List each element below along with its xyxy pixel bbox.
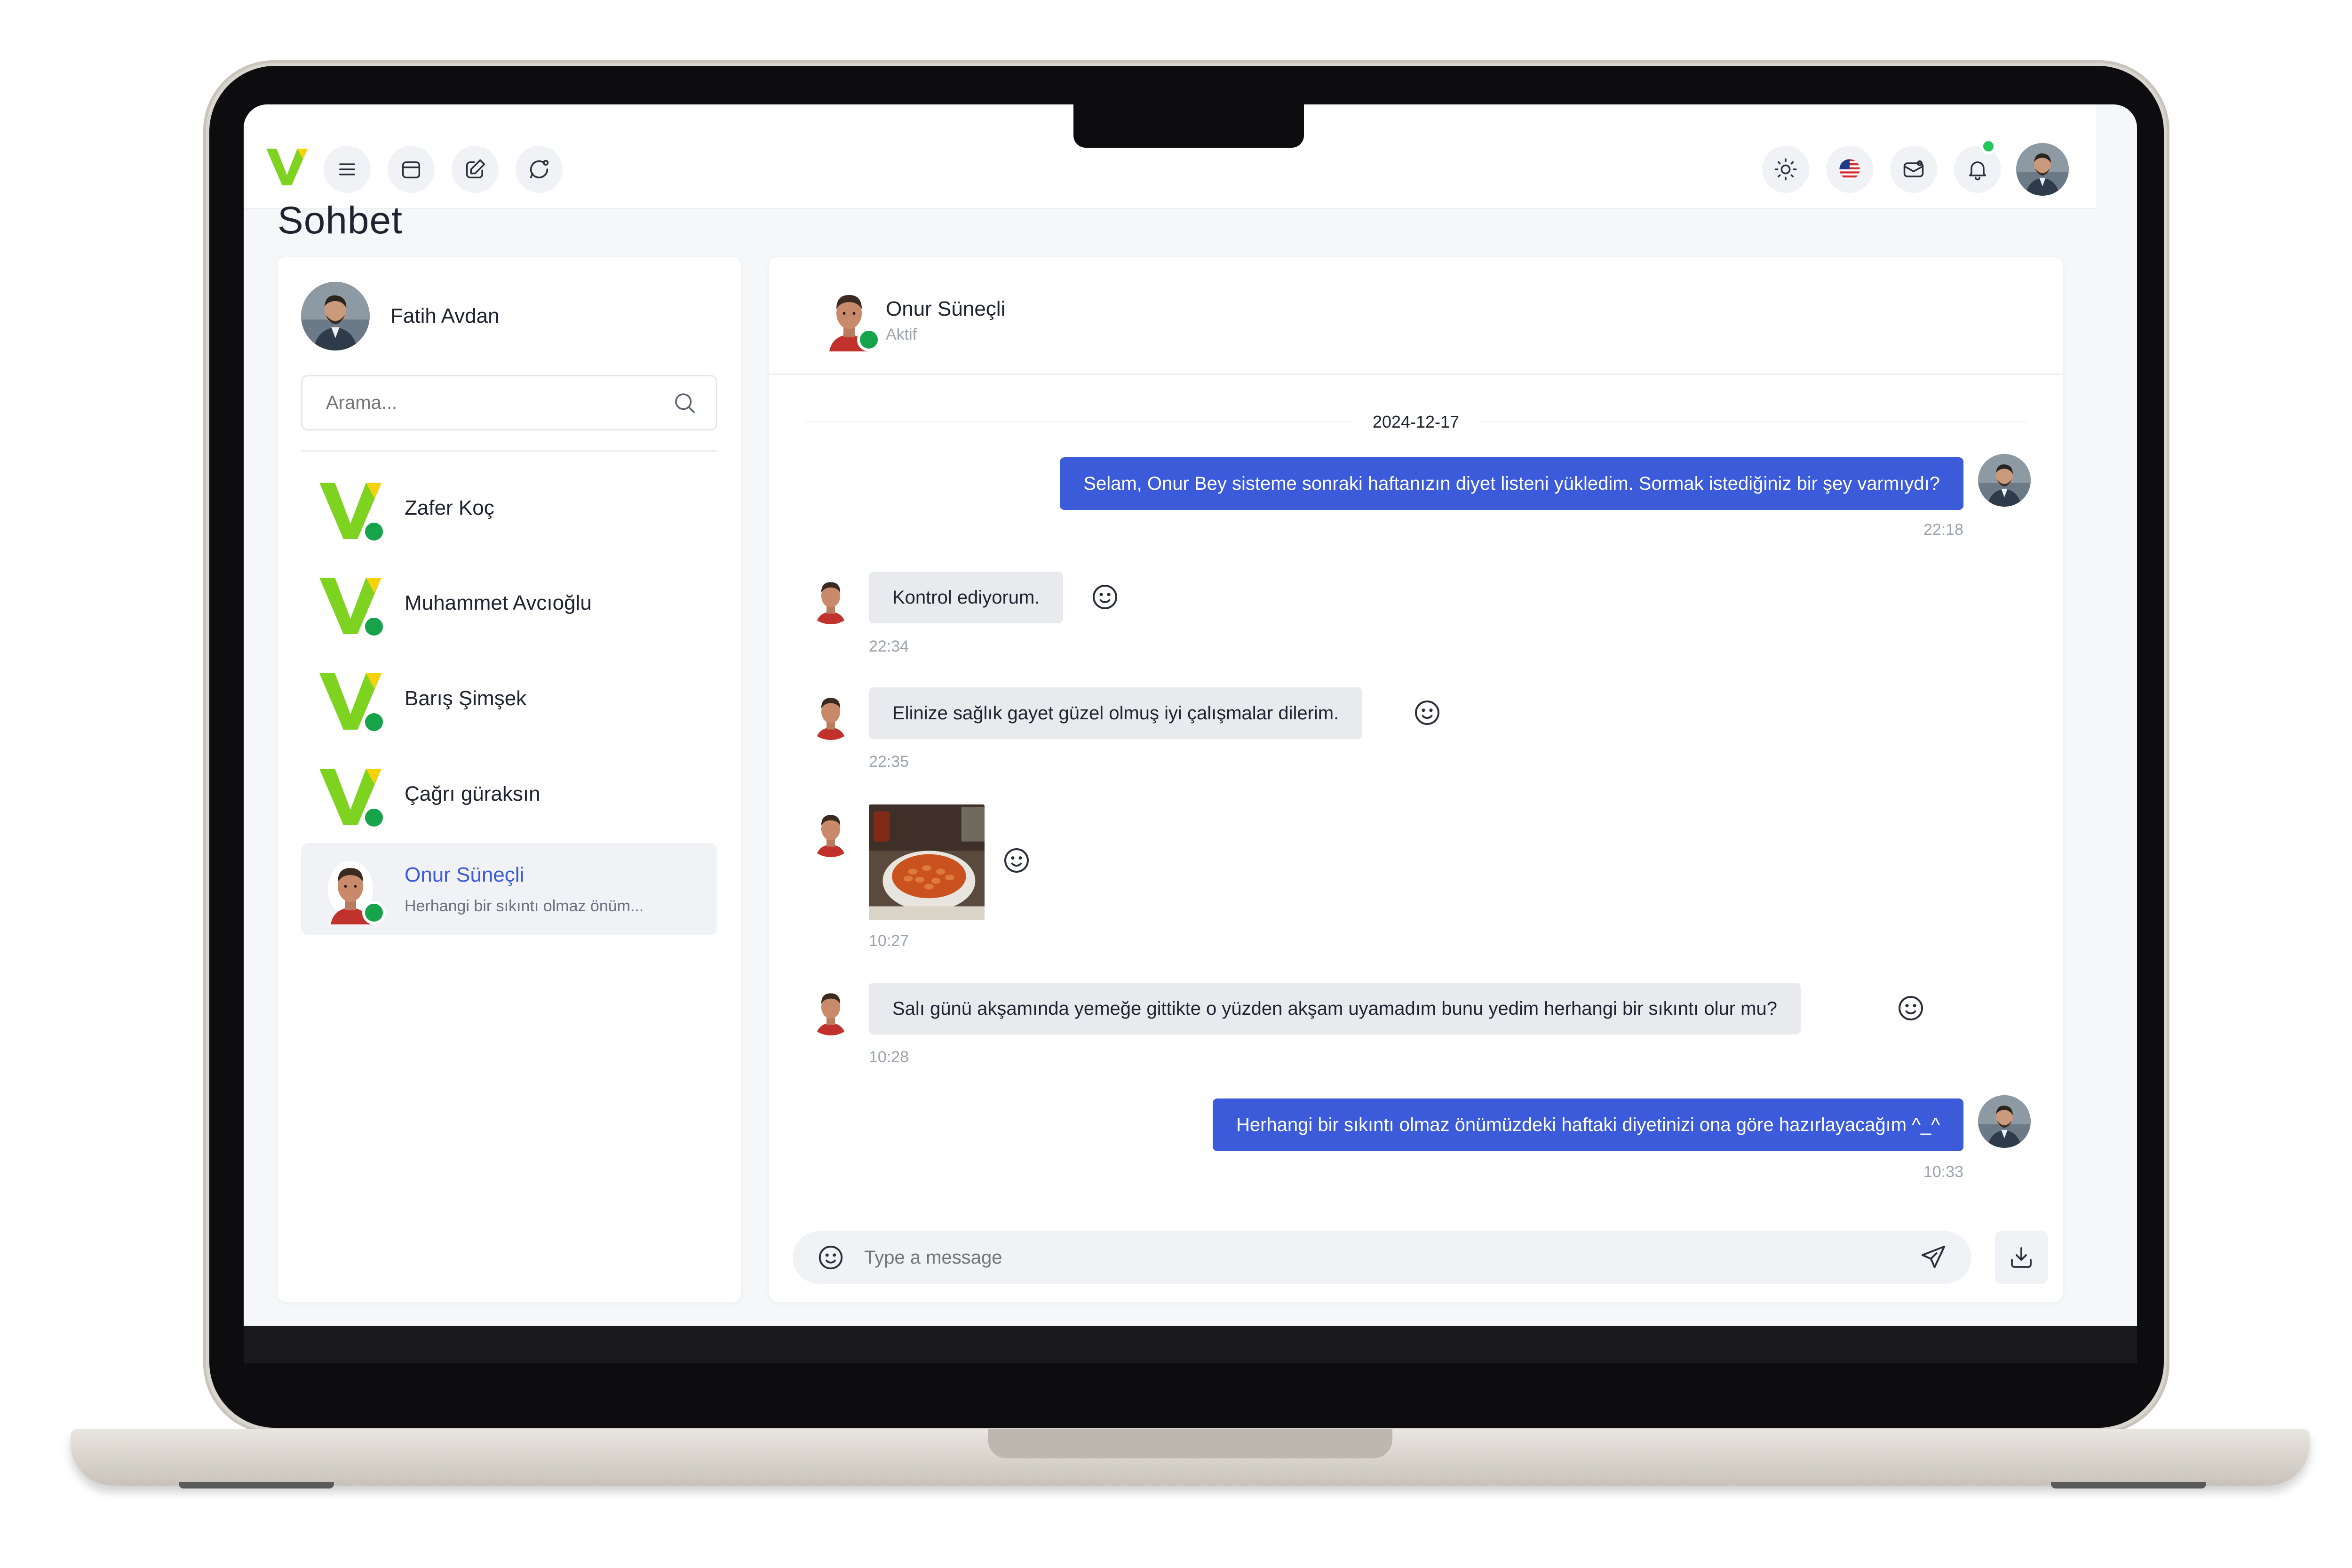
message-time: 22:18 [1923,521,1963,539]
chat-contact-status: Aktif [886,326,917,343]
contact-avatar [315,854,386,924]
message-bubble-incoming[interactable]: Kontrol ediyorum. [869,572,1064,623]
app-screen: Sohbet Fatih Avdan Arama... Zafer Koç Mu… [244,104,2137,1327]
chat-contact-name: Onur Süneçli [886,297,1006,320]
message-bubble-outgoing[interactable]: Selam, Onur Bey sisteme sonraki haftanız… [1060,457,1963,510]
calendar-button[interactable] [388,146,435,193]
message-time: 10:28 [869,1048,909,1066]
contact-name: Muhammet Avcıoğlu [405,591,592,614]
smiley-icon[interactable] [1412,698,1442,728]
divider [301,450,717,452]
online-status [362,901,386,924]
contact-name: Çağrı güraksın [405,782,540,805]
chat-header: Onur Süneçli Aktif [769,257,2063,375]
contact-item[interactable]: Muhammet Avcıoğlu [301,557,717,649]
current-user-avatar [301,282,370,350]
chat-header-avatar [814,281,884,351]
calendar-icon [402,161,421,179]
contact-item[interactable]: Çağrı güraksın [301,748,717,840]
sender-avatar [1978,454,2031,507]
contact-item[interactable]: Zafer Koç [301,462,717,554]
chat-button[interactable] [516,146,563,193]
message-input[interactable] [864,1247,1919,1268]
chat-icon [530,159,549,179]
smiley-icon[interactable] [1090,582,1120,612]
contact-name: Barış Şimşek [405,687,527,710]
search-input[interactable] [326,392,655,414]
notification-dot [1980,138,1996,154]
sender-avatar [1978,1095,2031,1148]
contact-name: Zafer Koç [405,496,494,519]
message-bubble-outgoing[interactable]: Herhangi bir sıkıntı olmaz önümüzdeki ha… [1212,1098,1963,1151]
message-image[interactable] [869,804,985,920]
current-user-name: Fatih Avdan [390,304,500,327]
laptop-hinge-cutout [988,1429,1392,1458]
message-bubble-incoming[interactable]: Elinize sağlık gayet güzel olmuş iyi çal… [869,687,1363,739]
message-time: 22:35 [869,753,909,771]
sun-icon [1774,158,1797,181]
sender-avatar [804,804,857,857]
sender-avatar [804,687,857,740]
contact-preview: Herhangi bir sıkıntı olmaz önüm... [405,897,644,915]
menu-icon [339,163,355,175]
mail-icon [1903,160,1924,177]
theme-toggle-button[interactable] [1762,146,1809,193]
contact-item[interactable]: Barış Şimşek [301,653,717,745]
contact-item-active[interactable]: Onur Süneçli Herhangi bir sıkıntı olmaz … [301,843,717,935]
contacts-panel: Fatih Avdan Zafer Koç [278,257,741,1302]
camera-notch [1073,104,1304,148]
page-title: Sohbet [278,199,403,242]
message-time: 10:27 [869,932,909,950]
edit-icon [466,159,485,179]
notifications-button[interactable] [1954,146,2001,193]
date-separator: 2024-12-17 [804,408,2027,436]
search-icon[interactable] [672,390,697,415]
message-time: 22:34 [869,637,909,655]
edit-button[interactable] [452,146,499,193]
bean-stew-photo [869,804,985,920]
online-status [362,710,386,734]
us-flag-icon [1839,159,1860,180]
online-status [857,328,881,351]
contact-avatar [315,473,386,543]
message-time: 10:33 [1923,1163,1963,1181]
menu-button[interactable] [324,146,371,193]
contact-avatar [315,663,386,734]
online-status [362,615,386,638]
screen-bottom-bezel [244,1326,2137,1363]
contact-avatar [315,568,386,638]
smiley-icon[interactable] [1896,993,1926,1023]
download-tray-icon [2011,1247,2032,1268]
upload-button[interactable] [1995,1231,2048,1284]
language-button[interactable] [1826,146,1873,193]
sender-avatar [804,983,857,1035]
emoji-icon[interactable] [816,1243,845,1272]
send-icon[interactable] [1919,1243,1948,1272]
bell-icon [1969,161,1986,181]
contact-avatar [315,759,386,829]
laptop-foot-left [179,1482,334,1488]
search-box[interactable] [301,375,717,430]
laptop-foot-right [2051,1482,2206,1488]
message-bubble-incoming[interactable]: Salı günü akşamında yemeğe gittikte o yü… [869,983,1801,1035]
current-user: Fatih Avdan [301,281,500,351]
messages-button[interactable] [1890,146,1937,193]
user-avatar[interactable] [2016,143,2069,196]
smiley-icon[interactable] [1001,845,1032,876]
app-logo[interactable] [262,142,310,189]
date-label: 2024-12-17 [1372,412,1460,431]
online-status [362,520,386,543]
message-composer[interactable] [793,1231,1971,1284]
sender-avatar [804,572,857,624]
contact-name: Onur Süneçli [405,863,524,886]
online-status [362,806,386,829]
chat-panel: Onur Süneçli Aktif 2024-12-17 Selam, Onu… [769,257,2063,1302]
